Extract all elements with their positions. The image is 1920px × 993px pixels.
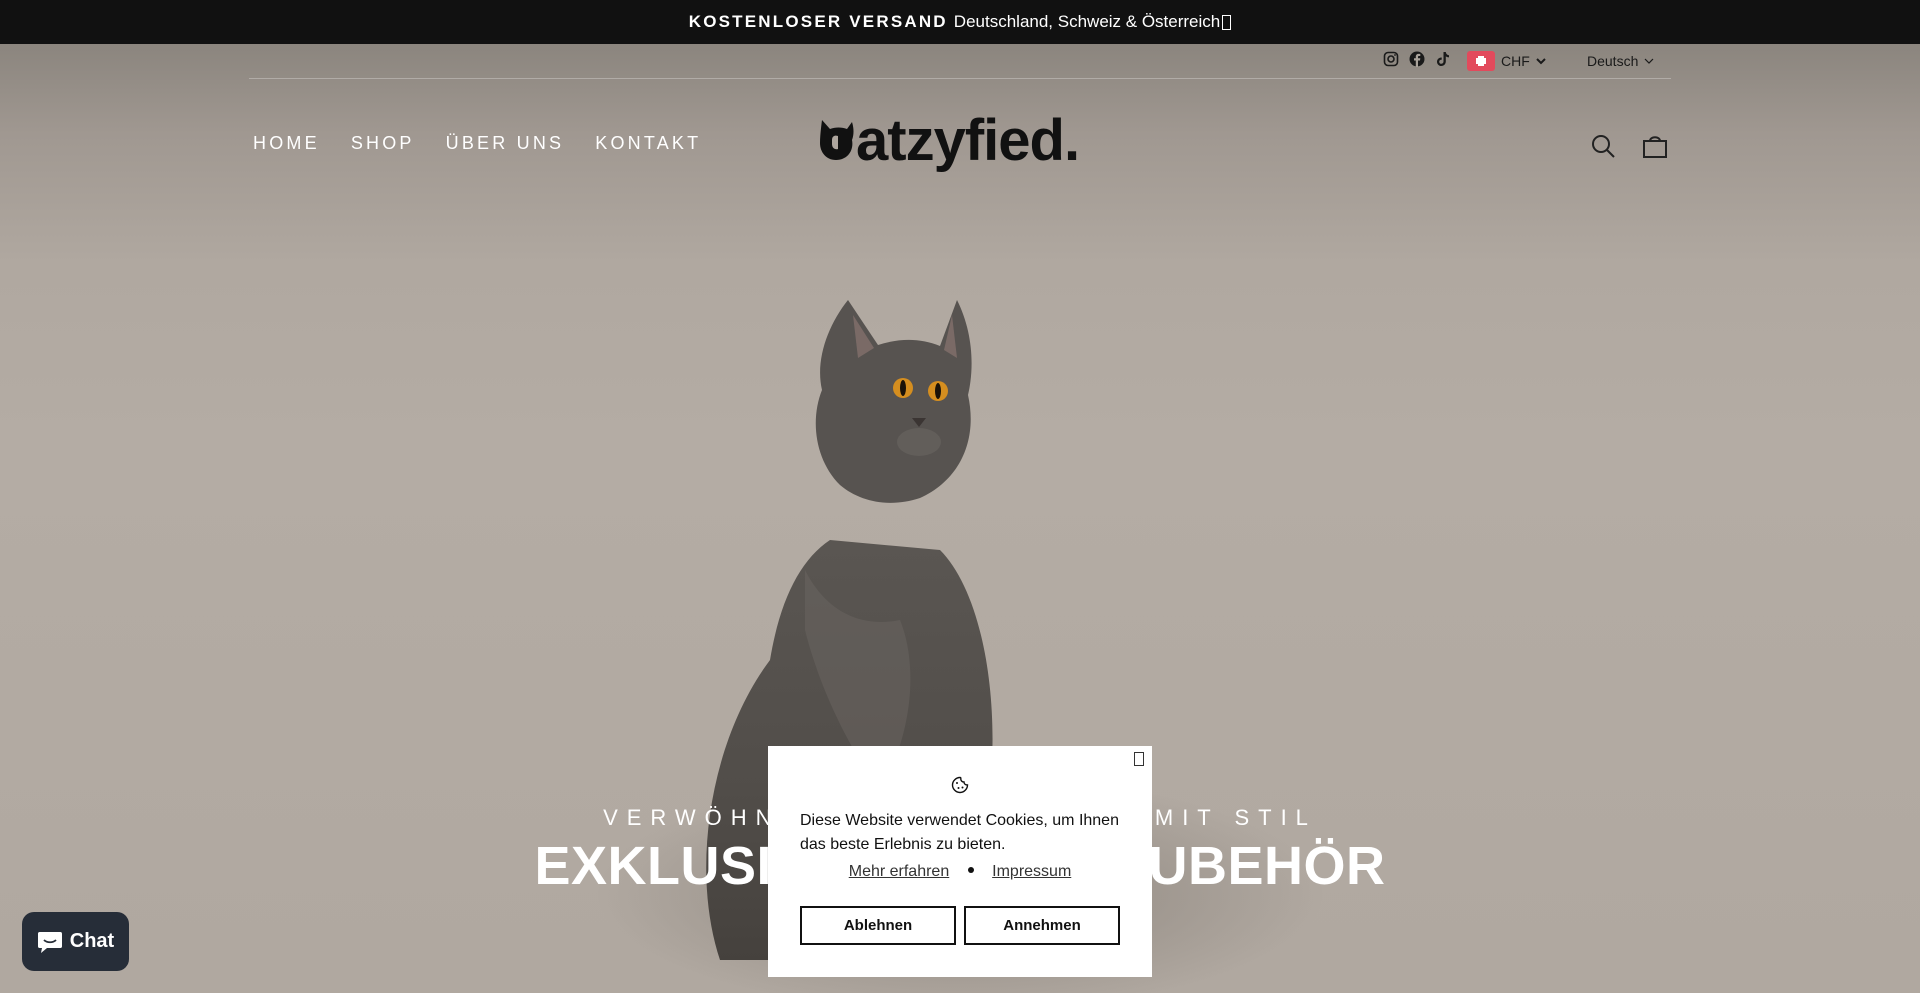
main-nav: HOME SHOP ÜBER UNS KONTAKT: [253, 133, 701, 154]
nav-shop[interactable]: SHOP: [351, 133, 415, 154]
chat-bubble-icon: [37, 931, 62, 953]
nav-contact[interactable]: KONTAKT: [595, 133, 701, 154]
chevron-down-icon: [1644, 58, 1654, 64]
nav-about[interactable]: ÜBER UNS: [446, 133, 565, 154]
chat-label: Chat: [69, 930, 115, 952]
cart-icon[interactable]: [1642, 133, 1668, 159]
logo-text: atzyfied.: [856, 108, 1080, 173]
cookie-banner: Diese Website verwendet Cookies, um Ihne…: [768, 746, 1152, 977]
cookie-message: Diese Website verwendet Cookies, um Ihne…: [800, 812, 1119, 853]
accept-button[interactable]: Annehmen: [964, 906, 1120, 945]
nav-home[interactable]: HOME: [253, 133, 320, 154]
language-label: Deutsch: [1587, 53, 1639, 69]
close-icon[interactable]: [1134, 752, 1144, 766]
cookie-links: Mehr erfahren Impressum: [768, 863, 1152, 881]
chat-button[interactable]: Chat: [22, 912, 129, 971]
language-selector[interactable]: Deutsch: [1587, 51, 1654, 71]
search-icon[interactable]: [1590, 133, 1616, 159]
announcement-text: Deutschland, Schweiz & Österreich: [953, 12, 1221, 31]
cookie-icon: [951, 776, 969, 794]
separator-dot: [967, 867, 974, 873]
announcement-bold: KOSTENLOSER VERSAND: [688, 12, 948, 31]
announcement-bar: KOSTENLOSER VERSAND Deutschland, Schweiz…: [0, 0, 1920, 44]
chevron-down-icon: [1536, 58, 1546, 65]
currency-selector[interactable]: CHF: [1467, 51, 1546, 71]
cat-logo-icon: [820, 120, 854, 160]
decline-button[interactable]: Ablehnen: [800, 906, 956, 945]
swiss-flag-icon: [1467, 51, 1495, 71]
learn-more-link[interactable]: Mehr erfahren: [849, 863, 950, 880]
logo[interactable]: atzyfied.: [818, 102, 1108, 180]
missing-glyph-icon: [1222, 14, 1232, 30]
utility-bar: CHF Deutsch: [249, 44, 1671, 79]
tiktok-icon[interactable]: [1435, 51, 1451, 67]
currency-label: CHF: [1501, 53, 1530, 69]
imprint-link[interactable]: Impressum: [992, 863, 1071, 880]
instagram-icon[interactable]: [1383, 51, 1399, 67]
facebook-icon[interactable]: [1409, 51, 1425, 67]
